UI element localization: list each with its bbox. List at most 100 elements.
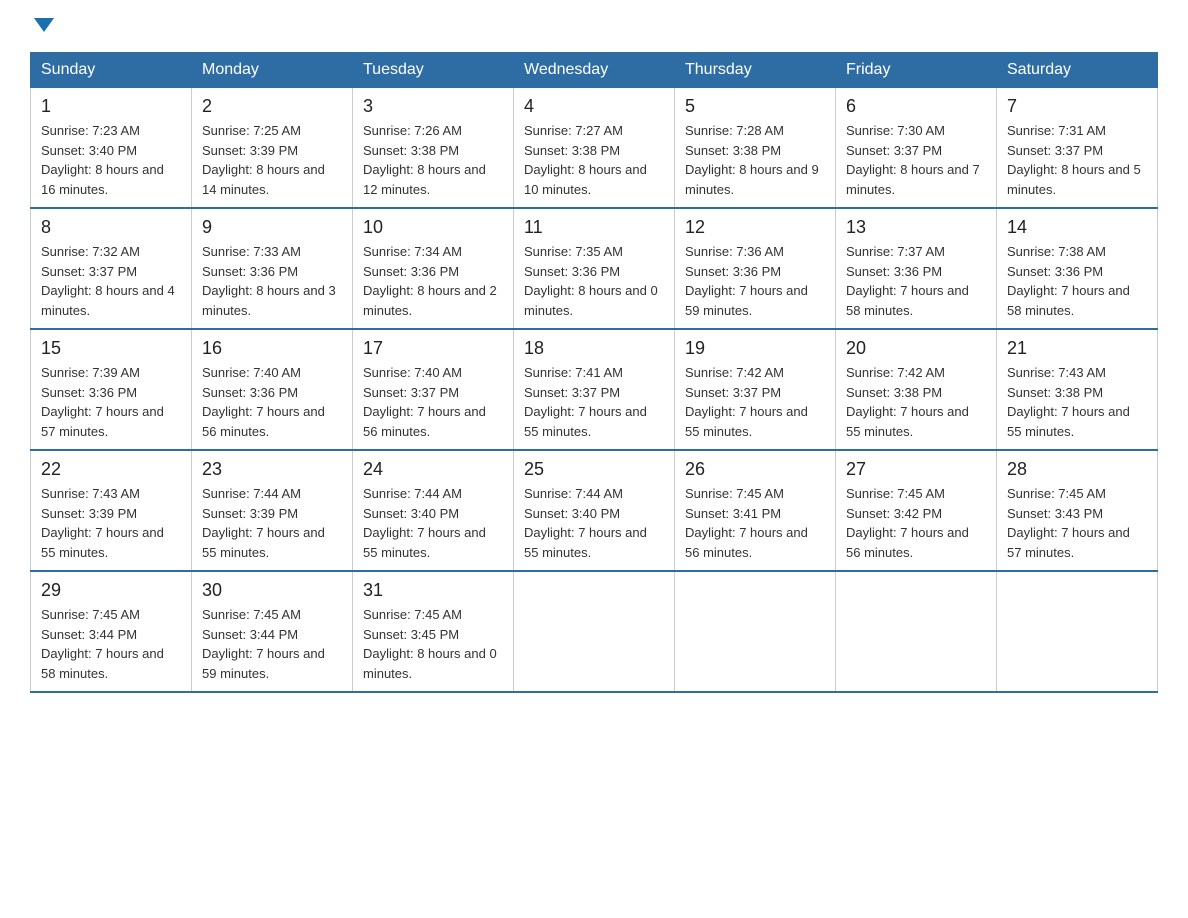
calendar-cell: 16 Sunrise: 7:40 AMSunset: 3:36 PMDaylig…: [192, 329, 353, 450]
day-info: Sunrise: 7:42 AMSunset: 3:38 PMDaylight:…: [846, 365, 969, 439]
day-info: Sunrise: 7:27 AMSunset: 3:38 PMDaylight:…: [524, 123, 647, 197]
day-number: 7: [1007, 96, 1147, 117]
header-day-wednesday: Wednesday: [514, 53, 675, 88]
day-number: 17: [363, 338, 503, 359]
calendar-cell: 11 Sunrise: 7:35 AMSunset: 3:36 PMDaylig…: [514, 208, 675, 329]
header-day-sunday: Sunday: [31, 53, 192, 88]
day-info: Sunrise: 7:34 AMSunset: 3:36 PMDaylight:…: [363, 244, 497, 318]
day-number: 30: [202, 580, 342, 601]
calendar-cell: 29 Sunrise: 7:45 AMSunset: 3:44 PMDaylig…: [31, 571, 192, 692]
day-number: 23: [202, 459, 342, 480]
day-info: Sunrise: 7:28 AMSunset: 3:38 PMDaylight:…: [685, 123, 819, 197]
calendar-cell: 17 Sunrise: 7:40 AMSunset: 3:37 PMDaylig…: [353, 329, 514, 450]
day-info: Sunrise: 7:40 AMSunset: 3:37 PMDaylight:…: [363, 365, 486, 439]
day-number: 21: [1007, 338, 1147, 359]
day-info: Sunrise: 7:23 AMSunset: 3:40 PMDaylight:…: [41, 123, 164, 197]
day-info: Sunrise: 7:45 AMSunset: 3:44 PMDaylight:…: [202, 607, 325, 681]
calendar-cell: 2 Sunrise: 7:25 AMSunset: 3:39 PMDayligh…: [192, 88, 353, 209]
day-number: 29: [41, 580, 181, 601]
calendar-body: 1 Sunrise: 7:23 AMSunset: 3:40 PMDayligh…: [31, 88, 1158, 693]
calendar-week-1: 1 Sunrise: 7:23 AMSunset: 3:40 PMDayligh…: [31, 88, 1158, 209]
calendar-cell: 22 Sunrise: 7:43 AMSunset: 3:39 PMDaylig…: [31, 450, 192, 571]
calendar-cell: 18 Sunrise: 7:41 AMSunset: 3:37 PMDaylig…: [514, 329, 675, 450]
calendar-cell: 13 Sunrise: 7:37 AMSunset: 3:36 PMDaylig…: [836, 208, 997, 329]
day-info: Sunrise: 7:43 AMSunset: 3:39 PMDaylight:…: [41, 486, 164, 560]
header-day-thursday: Thursday: [675, 53, 836, 88]
calendar-cell: 28 Sunrise: 7:45 AMSunset: 3:43 PMDaylig…: [997, 450, 1158, 571]
calendar-week-4: 22 Sunrise: 7:43 AMSunset: 3:39 PMDaylig…: [31, 450, 1158, 571]
day-info: Sunrise: 7:44 AMSunset: 3:39 PMDaylight:…: [202, 486, 325, 560]
day-number: 15: [41, 338, 181, 359]
day-number: 6: [846, 96, 986, 117]
day-number: 14: [1007, 217, 1147, 238]
calendar-cell: 15 Sunrise: 7:39 AMSunset: 3:36 PMDaylig…: [31, 329, 192, 450]
day-number: 13: [846, 217, 986, 238]
calendar-cell: 31 Sunrise: 7:45 AMSunset: 3:45 PMDaylig…: [353, 571, 514, 692]
day-info: Sunrise: 7:32 AMSunset: 3:37 PMDaylight:…: [41, 244, 175, 318]
calendar-cell: 4 Sunrise: 7:27 AMSunset: 3:38 PMDayligh…: [514, 88, 675, 209]
day-number: 8: [41, 217, 181, 238]
calendar-cell: 27 Sunrise: 7:45 AMSunset: 3:42 PMDaylig…: [836, 450, 997, 571]
day-number: 22: [41, 459, 181, 480]
page-header: [30, 20, 1158, 34]
day-number: 1: [41, 96, 181, 117]
day-number: 28: [1007, 459, 1147, 480]
calendar-cell: 19 Sunrise: 7:42 AMSunset: 3:37 PMDaylig…: [675, 329, 836, 450]
day-number: 5: [685, 96, 825, 117]
day-info: Sunrise: 7:39 AMSunset: 3:36 PMDaylight:…: [41, 365, 164, 439]
header-row: SundayMondayTuesdayWednesdayThursdayFrid…: [31, 53, 1158, 88]
calendar-cell: [997, 571, 1158, 692]
day-info: Sunrise: 7:26 AMSunset: 3:38 PMDaylight:…: [363, 123, 486, 197]
day-number: 4: [524, 96, 664, 117]
day-info: Sunrise: 7:33 AMSunset: 3:36 PMDaylight:…: [202, 244, 336, 318]
day-number: 18: [524, 338, 664, 359]
day-info: Sunrise: 7:45 AMSunset: 3:43 PMDaylight:…: [1007, 486, 1130, 560]
header-day-tuesday: Tuesday: [353, 53, 514, 88]
day-number: 26: [685, 459, 825, 480]
day-number: 11: [524, 217, 664, 238]
day-info: Sunrise: 7:45 AMSunset: 3:42 PMDaylight:…: [846, 486, 969, 560]
calendar-week-2: 8 Sunrise: 7:32 AMSunset: 3:37 PMDayligh…: [31, 208, 1158, 329]
day-number: 27: [846, 459, 986, 480]
calendar-cell: 30 Sunrise: 7:45 AMSunset: 3:44 PMDaylig…: [192, 571, 353, 692]
day-info: Sunrise: 7:25 AMSunset: 3:39 PMDaylight:…: [202, 123, 325, 197]
day-number: 24: [363, 459, 503, 480]
calendar-cell: 25 Sunrise: 7:44 AMSunset: 3:40 PMDaylig…: [514, 450, 675, 571]
calendar-cell: 24 Sunrise: 7:44 AMSunset: 3:40 PMDaylig…: [353, 450, 514, 571]
day-number: 10: [363, 217, 503, 238]
calendar-cell: [675, 571, 836, 692]
day-info: Sunrise: 7:45 AMSunset: 3:44 PMDaylight:…: [41, 607, 164, 681]
calendar-cell: 1 Sunrise: 7:23 AMSunset: 3:40 PMDayligh…: [31, 88, 192, 209]
day-info: Sunrise: 7:42 AMSunset: 3:37 PMDaylight:…: [685, 365, 808, 439]
calendar-cell: 3 Sunrise: 7:26 AMSunset: 3:38 PMDayligh…: [353, 88, 514, 209]
calendar-week-5: 29 Sunrise: 7:45 AMSunset: 3:44 PMDaylig…: [31, 571, 1158, 692]
day-info: Sunrise: 7:35 AMSunset: 3:36 PMDaylight:…: [524, 244, 658, 318]
day-info: Sunrise: 7:38 AMSunset: 3:36 PMDaylight:…: [1007, 244, 1130, 318]
logo-triangle-icon: [34, 18, 54, 32]
calendar-week-3: 15 Sunrise: 7:39 AMSunset: 3:36 PMDaylig…: [31, 329, 1158, 450]
calendar-cell: 10 Sunrise: 7:34 AMSunset: 3:36 PMDaylig…: [353, 208, 514, 329]
day-info: Sunrise: 7:45 AMSunset: 3:41 PMDaylight:…: [685, 486, 808, 560]
day-info: Sunrise: 7:31 AMSunset: 3:37 PMDaylight:…: [1007, 123, 1141, 197]
calendar-cell: 26 Sunrise: 7:45 AMSunset: 3:41 PMDaylig…: [675, 450, 836, 571]
day-info: Sunrise: 7:45 AMSunset: 3:45 PMDaylight:…: [363, 607, 497, 681]
calendar-cell: 8 Sunrise: 7:32 AMSunset: 3:37 PMDayligh…: [31, 208, 192, 329]
day-number: 31: [363, 580, 503, 601]
logo: [30, 20, 54, 34]
calendar-cell: 20 Sunrise: 7:42 AMSunset: 3:38 PMDaylig…: [836, 329, 997, 450]
calendar-cell: [514, 571, 675, 692]
day-info: Sunrise: 7:43 AMSunset: 3:38 PMDaylight:…: [1007, 365, 1130, 439]
day-info: Sunrise: 7:36 AMSunset: 3:36 PMDaylight:…: [685, 244, 808, 318]
day-number: 20: [846, 338, 986, 359]
header-day-saturday: Saturday: [997, 53, 1158, 88]
calendar-cell: 6 Sunrise: 7:30 AMSunset: 3:37 PMDayligh…: [836, 88, 997, 209]
day-info: Sunrise: 7:30 AMSunset: 3:37 PMDaylight:…: [846, 123, 980, 197]
calendar-cell: 23 Sunrise: 7:44 AMSunset: 3:39 PMDaylig…: [192, 450, 353, 571]
day-info: Sunrise: 7:37 AMSunset: 3:36 PMDaylight:…: [846, 244, 969, 318]
day-number: 9: [202, 217, 342, 238]
day-number: 2: [202, 96, 342, 117]
day-number: 25: [524, 459, 664, 480]
calendar-cell: 9 Sunrise: 7:33 AMSunset: 3:36 PMDayligh…: [192, 208, 353, 329]
day-number: 19: [685, 338, 825, 359]
calendar-cell: 14 Sunrise: 7:38 AMSunset: 3:36 PMDaylig…: [997, 208, 1158, 329]
